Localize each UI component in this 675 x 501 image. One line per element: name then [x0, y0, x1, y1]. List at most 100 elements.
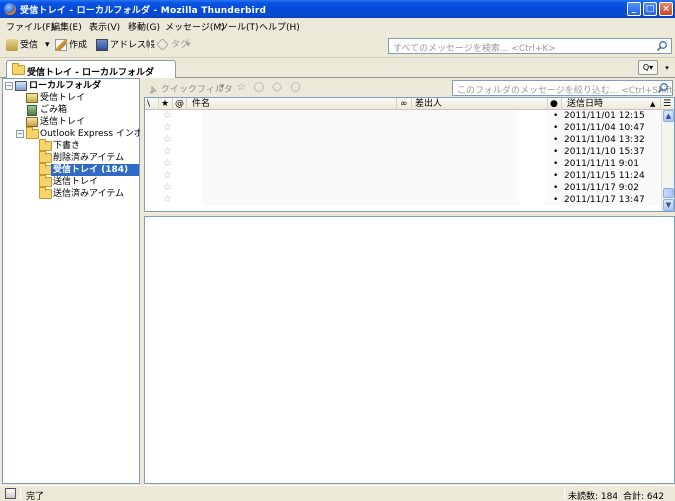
folder-local-folders[interactable]: − ローカルフォルダ: [3, 80, 139, 92]
read-status-icon[interactable]: •: [553, 194, 558, 206]
read-status-icon[interactable]: •: [553, 158, 558, 170]
subject-cell: [203, 122, 519, 134]
read-status-icon[interactable]: •: [553, 122, 558, 134]
read-status-icon[interactable]: •: [553, 146, 558, 158]
folder-outbox[interactable]: 送信トレイ: [3, 116, 139, 128]
toolbar-separator: [150, 38, 151, 54]
menu-tools[interactable]: ツール(T): [219, 20, 259, 33]
star-icon[interactable]: ☆: [163, 182, 172, 194]
date-cell: 2011/11/04 13:32: [564, 135, 645, 145]
filter-contact-icon[interactable]: [254, 82, 264, 93]
tab-strip: 受信トレイ - ローカルフォルダ: [0, 58, 675, 79]
folder-oe-outbox[interactable]: 送信トレイ: [3, 175, 139, 188]
scroll-up-button[interactable]: ▲: [663, 110, 674, 122]
star-icon[interactable]: ☆: [163, 194, 172, 206]
read-status-column-header[interactable]: ●: [548, 98, 562, 110]
collapse-toggle[interactable]: −: [5, 82, 13, 90]
message-row[interactable]: ☆ • 2011/11/04 13:32: [145, 134, 673, 146]
star-icon[interactable]: ☆: [163, 110, 172, 122]
scroll-thumb[interactable]: [663, 188, 674, 198]
message-row[interactable]: ☆ • 2011/11/17 9:02: [145, 182, 673, 194]
quick-filter-dropdown[interactable]: ▾: [220, 82, 225, 92]
title-bar: 受信トレイ - ローカルフォルダ - Mozilla Thunderbird _…: [0, 0, 675, 18]
menu-edit[interactable]: 編集(E): [51, 20, 82, 33]
global-search-input[interactable]: すべてのメッセージを検索... <Ctrl+K>: [388, 38, 672, 54]
star-icon[interactable]: ☆: [163, 134, 172, 146]
folder-label: 受信トレイ: [40, 93, 86, 103]
folder-icon: [39, 139, 52, 151]
trash-icon: [27, 105, 37, 116]
menu-help[interactable]: ヘルプ(H): [259, 20, 300, 33]
get-messages-dropdown[interactable]: ▾: [45, 39, 50, 53]
folder-oe-inbox[interactable]: 受信トレイ (184): [3, 163, 139, 176]
tag-dropdown[interactable]: ▾: [186, 39, 191, 53]
quick-filter-search-input[interactable]: このフォルダのメッセージを絞り込む... <Ctrl+Shift+K>: [452, 80, 675, 96]
menu-go[interactable]: 移動(G): [128, 20, 160, 33]
message-row[interactable]: ☆ • 2011/11/01 12:15: [145, 110, 673, 122]
folder-label: 送信トレイ: [40, 117, 86, 127]
date-column-header[interactable]: 送信日時: [562, 98, 661, 110]
attachment-column-header[interactable]: @: [173, 98, 187, 110]
menu-view[interactable]: 表示(V): [89, 20, 120, 33]
search-icon[interactable]: [656, 40, 668, 52]
filter-attachment-icon[interactable]: [291, 82, 300, 93]
tab-list-dropdown[interactable]: ▾: [662, 61, 672, 75]
menu-file[interactable]: ファイル(F): [6, 20, 54, 33]
tag-button[interactable]: タグ: [156, 38, 189, 53]
read-status-icon[interactable]: •: [553, 134, 558, 146]
message-row[interactable]: ☆ • 2011/11/17 13:47: [145, 194, 673, 206]
filter-tags-icon[interactable]: [271, 80, 283, 93]
get-mail-icon: [6, 39, 18, 51]
message-row[interactable]: ☆ • 2011/11/11 9:01: [145, 158, 673, 170]
close-button[interactable]: ×: [659, 2, 673, 16]
date-cell: 2011/11/04 10:47: [564, 123, 645, 133]
star-icon[interactable]: ☆: [163, 170, 172, 182]
folder-inbox[interactable]: 受信トレイ: [3, 92, 139, 104]
menu-bar: ファイル(F) 編集(E) 表示(V) 移動(G) メッセージ(M) ツール(T…: [0, 18, 675, 48]
get-messages-button[interactable]: 受信: [6, 39, 38, 53]
folder-drafts[interactable]: 下書き: [3, 139, 139, 152]
thunderbird-app-icon[interactable]: [4, 3, 16, 15]
sender-column-header[interactable]: 差出人: [412, 98, 548, 110]
read-status-icon[interactable]: •: [553, 110, 558, 122]
read-status-icon[interactable]: •: [553, 170, 558, 182]
thread-scrollbar[interactable]: ▲ ▼: [661, 110, 674, 211]
column-picker-icon[interactable]: ☰: [661, 98, 674, 110]
tab-search-menu-button[interactable]: Q▾: [638, 60, 658, 75]
thread-column-header[interactable]: \: [145, 98, 159, 110]
folder-outlook-express-import[interactable]: − Outlook Express インポート: [3, 127, 161, 140]
star-icon[interactable]: ☆: [163, 146, 172, 158]
minimize-button[interactable]: _: [627, 2, 641, 16]
junk-column-header[interactable]: ∞: [398, 98, 412, 110]
collapse-toggle[interactable]: −: [16, 130, 24, 138]
message-row[interactable]: ☆ • 2011/11/15 11:24: [145, 170, 673, 182]
folder-trash[interactable]: ごみ箱: [3, 104, 139, 116]
message-row[interactable]: ☆ • 2011/11/10 15:37: [145, 146, 673, 158]
tab-inbox-label: 受信トレイ - ローカルフォルダ: [27, 68, 155, 78]
search-icon[interactable]: [657, 82, 669, 94]
star-icon[interactable]: ☆: [163, 122, 172, 134]
menu-message[interactable]: メッセージ(M): [165, 20, 225, 33]
scroll-down-button[interactable]: ▼: [663, 199, 674, 211]
star-icon[interactable]: ☆: [163, 158, 172, 170]
folder-sent-items[interactable]: 送信済みアイテム: [3, 187, 139, 200]
message-row[interactable]: ☆ • 2011/11/04 10:47: [145, 122, 673, 134]
tab-inbox[interactable]: 受信トレイ - ローカルフォルダ: [6, 60, 176, 79]
offline-status-icon[interactable]: [5, 488, 16, 499]
write-button[interactable]: 作成: [55, 39, 87, 53]
date-cell: 2011/11/15 11:24: [564, 171, 645, 181]
quick-filter-search-placeholder: このフォルダのメッセージを絞り込む... <Ctrl+Shift+K>: [457, 86, 675, 96]
folder-deleted-items[interactable]: 削除済みアイテム: [3, 151, 139, 164]
star-column-header[interactable]: ★: [159, 98, 173, 110]
folder-icon: [39, 175, 52, 187]
subject-column-header[interactable]: 件名: [187, 98, 397, 110]
maximize-button[interactable]: □: [643, 2, 657, 16]
status-bar: 完了 未読数: 184 合計: 642: [0, 485, 675, 501]
thread-pane: \ ★ @ 件名 ∞ 差出人 ● 送信日時 ▲ ☰ ☆ • 2011/11/01…: [144, 97, 675, 212]
folder-icon: [39, 151, 52, 163]
outbox-icon: [26, 117, 38, 127]
read-status-icon[interactable]: •: [553, 182, 558, 194]
address-book-button[interactable]: アドレス帳: [96, 39, 155, 53]
write-label: 作成: [69, 40, 88, 51]
filter-starred-icon[interactable]: ☆: [237, 82, 246, 93]
